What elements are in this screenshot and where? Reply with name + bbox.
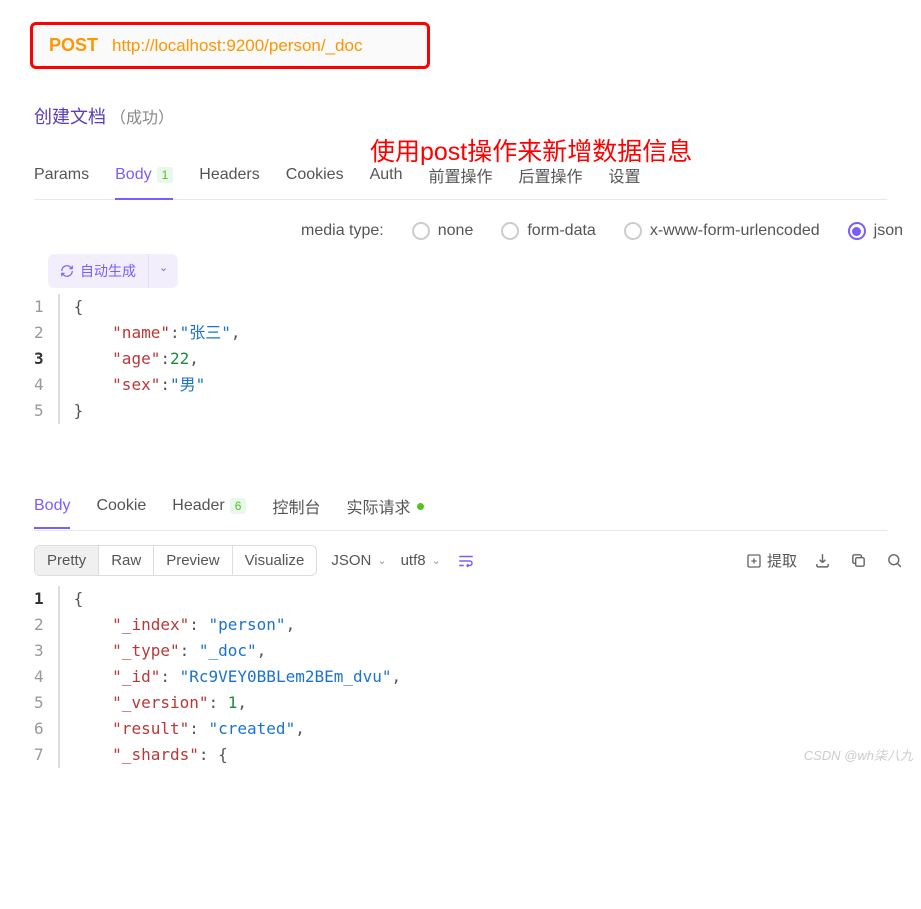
media-type-label: media type:	[301, 222, 384, 240]
download-button[interactable]	[811, 550, 833, 572]
response-tabs: Body Cookie Header 6 控制台 实际请求	[34, 484, 887, 531]
radio-icon	[412, 222, 430, 240]
radio-formdata[interactable]: form-data	[501, 222, 595, 240]
extract-icon	[746, 553, 762, 569]
request-bar[interactable]: POST http://localhost:9200/person/_doc	[30, 22, 430, 69]
format-select[interactable]: JSON ⌄	[331, 552, 386, 569]
chevron-down-icon: ⌄	[377, 554, 386, 567]
radio-none[interactable]: none	[412, 222, 474, 240]
resp-tab-header-badge: 6	[230, 498, 247, 514]
view-mode-group: Pretty Raw Preview Visualize	[34, 545, 317, 576]
view-pretty[interactable]: Pretty	[35, 546, 99, 575]
code-content[interactable]: { "name":"张三", "age":22, "sex":"男" }	[58, 294, 241, 424]
page-title: 创建文档	[34, 103, 106, 129]
tab-body[interactable]: Body 1	[115, 153, 173, 200]
resp-tab-body[interactable]: Body	[34, 487, 70, 529]
radio-icon	[624, 222, 642, 240]
line-gutter: 1 2 3 4 5	[34, 294, 58, 424]
watermark: CSDN @wh柒八九	[804, 745, 913, 764]
view-raw[interactable]: Raw	[99, 546, 154, 575]
copy-icon	[850, 552, 867, 569]
tab-headers[interactable]: Headers	[199, 153, 259, 199]
search-button[interactable]	[883, 550, 905, 572]
charset-label: utf8	[401, 552, 426, 569]
tab-body-label: Body	[115, 166, 151, 184]
charset-select[interactable]: utf8 ⌄	[401, 552, 441, 569]
view-preview[interactable]: Preview	[154, 546, 232, 575]
tab-body-badge: 1	[157, 167, 174, 183]
radio-xform-label: x-www-form-urlencoded	[650, 222, 820, 240]
resp-tab-console[interactable]: 控制台	[272, 484, 320, 530]
chevron-down-icon: ⌄	[159, 262, 168, 274]
radio-json[interactable]: json	[848, 222, 903, 240]
resp-tab-header[interactable]: Header 6	[172, 487, 246, 527]
chevron-down-icon: ⌄	[432, 554, 441, 567]
status-dot-icon	[417, 503, 424, 510]
extract-label: 提取	[767, 550, 797, 571]
doc-status: （成功）	[110, 104, 174, 128]
media-type-row: media type: none form-data x-www-form-ur…	[34, 222, 903, 240]
resp-tab-header-label: Header	[172, 497, 224, 515]
wrap-lines-button[interactable]	[455, 550, 477, 572]
auto-generate-dropdown[interactable]: ⌄	[148, 254, 178, 288]
view-visualize[interactable]: Visualize	[233, 546, 317, 575]
resp-tab-actual[interactable]: 实际请求	[346, 484, 424, 530]
wrap-icon	[457, 552, 475, 570]
code-content: { "_index": "person", "_type": "_doc", "…	[58, 586, 402, 768]
download-icon	[814, 552, 831, 569]
search-icon	[886, 552, 903, 569]
radio-icon	[848, 222, 866, 240]
line-gutter: 1 2 3 4 5 6 7	[34, 586, 58, 768]
resp-tab-cookie[interactable]: Cookie	[96, 487, 146, 527]
tab-cookies[interactable]: Cookies	[286, 153, 344, 199]
auto-generate-label: 自动生成	[80, 261, 136, 281]
radio-xform[interactable]: x-www-form-urlencoded	[624, 222, 820, 240]
extract-button[interactable]: 提取	[746, 550, 797, 571]
tab-params[interactable]: Params	[34, 153, 89, 199]
radio-json-label: json	[874, 222, 903, 240]
refresh-icon	[60, 264, 74, 278]
radio-formdata-label: form-data	[527, 222, 595, 240]
request-body-editor[interactable]: 1 2 3 4 5 { "name":"张三", "age":22, "sex"…	[34, 294, 921, 424]
copy-button[interactable]	[847, 550, 869, 572]
resp-tab-actual-label: 实际请求	[346, 494, 410, 518]
auto-generate-button[interactable]: 自动生成	[48, 254, 148, 288]
annotation-text: 使用post操作来新增数据信息	[370, 132, 692, 168]
radio-icon	[501, 222, 519, 240]
radio-none-label: none	[438, 222, 474, 240]
response-toolbar: Pretty Raw Preview Visualize JSON ⌄ utf8…	[34, 545, 905, 576]
request-url[interactable]: http://localhost:9200/person/_doc	[112, 36, 362, 56]
format-label: JSON	[331, 552, 371, 569]
auto-generate-group: 自动生成 ⌄	[48, 254, 178, 288]
http-method: POST	[49, 35, 98, 56]
response-body-viewer[interactable]: 1 2 3 4 5 6 7 { "_index": "person", "_ty…	[34, 586, 921, 768]
